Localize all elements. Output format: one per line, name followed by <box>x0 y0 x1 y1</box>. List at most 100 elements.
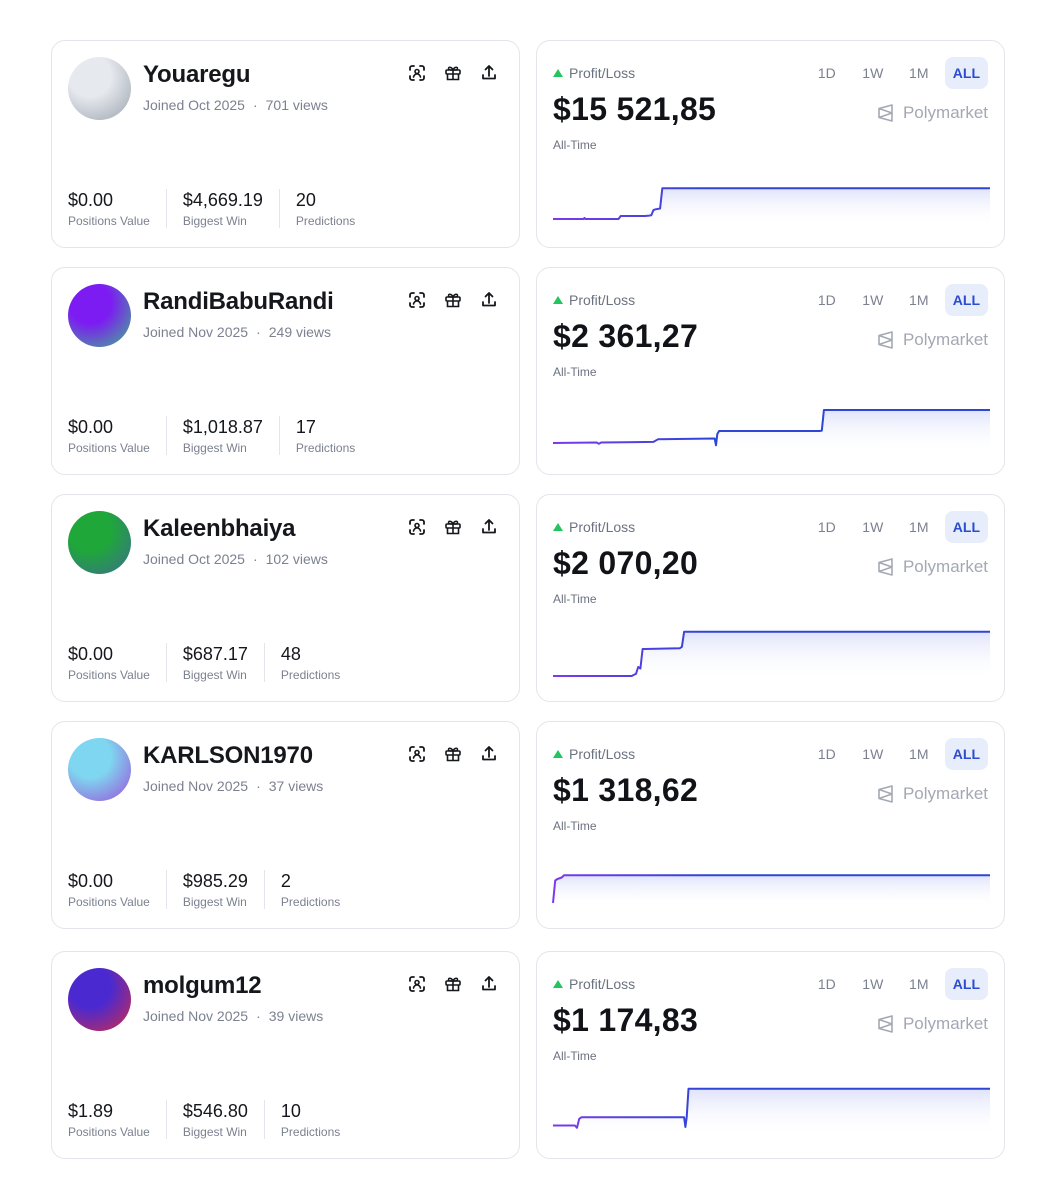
scan-icon[interactable] <box>407 517 427 537</box>
share-icon[interactable] <box>479 744 499 764</box>
gift-icon[interactable] <box>443 974 463 994</box>
timeframe-tabs: 1D 1W 1M ALL <box>807 284 988 316</box>
tab-1m[interactable]: 1M <box>899 968 939 1000</box>
profile-card[interactable]: Kaleenbhaiya Joined Oct 2025 · 102 views $0.… <box>51 494 520 702</box>
profile-card[interactable]: KARLSON1970 Joined Nov 2025 · 37 views $0.00… <box>51 721 520 929</box>
pnl-card: Profit/Loss 1D 1W 1M ALL $2 070,20 All-Time Pol… <box>536 494 1005 702</box>
biggest-win-stat: $687.17 Biggest Win <box>183 643 265 682</box>
username[interactable]: RandiBabuRandi <box>143 288 334 316</box>
predictions-value: 10 <box>280 1101 301 1121</box>
positions-value-label: Positions Value <box>68 1125 150 1139</box>
username[interactable]: KARLSON1970 <box>143 742 313 770</box>
gift-icon[interactable] <box>443 63 463 83</box>
polymarket-brand: Polymarket <box>877 103 988 123</box>
tab-all[interactable]: ALL <box>944 511 988 543</box>
profile-stats: $0.00 Positions Value $985.29 Biggest Win 2 P… <box>68 870 372 909</box>
profile-actions <box>407 63 499 83</box>
share-icon[interactable] <box>479 63 499 83</box>
gift-icon[interactable] <box>443 744 463 764</box>
tab-1d[interactable]: 1D <box>807 57 847 89</box>
username[interactable]: Youaregu <box>143 61 251 89</box>
tab-1d[interactable]: 1D <box>807 968 847 1000</box>
share-icon[interactable] <box>479 517 499 537</box>
avatar[interactable] <box>68 738 131 801</box>
pnl-amount: $15 521,85 <box>553 91 717 127</box>
scan-icon[interactable] <box>407 290 427 310</box>
tab-1w[interactable]: 1W <box>853 57 893 89</box>
tab-1m[interactable]: 1M <box>899 57 939 89</box>
positions-value-stat: $0.00 Positions Value <box>68 643 167 682</box>
profile-card[interactable]: molgum12 Joined Nov 2025 · 39 views $1.89 Pos… <box>51 951 520 1159</box>
pnl-card: Profit/Loss 1D 1W 1M ALL $15 521,85 All-Time Po… <box>536 40 1005 248</box>
view-count: 37 views <box>268 778 324 794</box>
trend-up-icon <box>553 750 563 758</box>
tab-1m[interactable]: 1M <box>899 511 939 543</box>
meta-separator: · <box>256 1008 261 1024</box>
tab-1w[interactable]: 1W <box>853 968 893 1000</box>
avatar[interactable] <box>68 57 131 120</box>
username[interactable]: molgum12 <box>143 972 262 1000</box>
avatar[interactable] <box>68 968 131 1031</box>
gift-icon[interactable] <box>443 517 463 537</box>
share-icon[interactable] <box>479 974 499 994</box>
profile-meta: Joined Nov 2025 · 37 views <box>143 778 323 794</box>
scan-icon[interactable] <box>407 974 427 994</box>
tab-1d[interactable]: 1D <box>807 284 847 316</box>
predictions-value: 48 <box>280 644 301 664</box>
profile-row: Youaregu Joined Oct 2025 · 701 views $0.00 Po… <box>0 40 1059 248</box>
tab-1w[interactable]: 1W <box>853 738 893 770</box>
tab-1w[interactable]: 1W <box>853 511 893 543</box>
pnl-amount: $2 070,20 <box>553 545 699 581</box>
profile-card[interactable]: RandiBabuRandi Joined Nov 2025 · 249 views $… <box>51 267 520 475</box>
pnl-card: Profit/Loss 1D 1W 1M ALL $1 174,83 All-Time Pol… <box>536 951 1005 1159</box>
tab-1m[interactable]: 1M <box>899 738 939 770</box>
pnl-header: Profit/Loss <box>553 292 635 308</box>
biggest-win-stat: $4,669.19 Biggest Win <box>183 189 280 228</box>
profile-card[interactable]: Youaregu Joined Oct 2025 · 701 views $0.00 Po… <box>51 40 520 248</box>
scan-icon[interactable] <box>407 63 427 83</box>
timeframe-tabs: 1D 1W 1M ALL <box>807 511 988 543</box>
meta-separator: · <box>256 778 261 794</box>
trend-up-icon <box>553 296 563 304</box>
pnl-chart <box>553 630 990 680</box>
predictions-label: Predictions <box>295 214 356 228</box>
pnl-card: Profit/Loss 1D 1W 1M ALL $2 361,27 All-Time Pol… <box>536 267 1005 475</box>
username[interactable]: Kaleenbhaiya <box>143 515 296 543</box>
profile-meta: Joined Oct 2025 · 102 views <box>143 551 328 567</box>
joined-date: Joined Oct 2025 <box>143 551 245 567</box>
tab-all[interactable]: ALL <box>944 738 988 770</box>
avatar[interactable] <box>68 284 131 347</box>
pnl-title: Profit/Loss <box>569 976 636 992</box>
profile-row: RandiBabuRandi Joined Nov 2025 · 249 views $… <box>0 267 1059 475</box>
pnl-title: Profit/Loss <box>569 519 636 535</box>
positions-value-stat: $0.00 Positions Value <box>68 189 167 228</box>
tab-all[interactable]: ALL <box>944 284 988 316</box>
pnl-amount: $1 174,83 <box>553 1002 699 1038</box>
view-count: 249 views <box>268 324 332 340</box>
positions-value-value: $0.00 <box>68 871 114 891</box>
profile-actions <box>407 290 499 310</box>
profile-actions <box>407 517 499 537</box>
joined-date: Joined Nov 2025 <box>143 324 249 340</box>
period-label: All-Time <box>553 138 597 152</box>
tab-all[interactable]: ALL <box>944 57 988 89</box>
brand-name: Polymarket <box>902 557 988 576</box>
brand-name: Polymarket <box>902 103 988 122</box>
joined-date: Joined Oct 2025 <box>143 97 245 113</box>
tab-1d[interactable]: 1D <box>807 511 847 543</box>
profile-actions <box>407 744 499 764</box>
tab-1w[interactable]: 1W <box>853 284 893 316</box>
pnl-chart <box>553 1087 990 1137</box>
share-icon[interactable] <box>479 290 499 310</box>
gift-icon[interactable] <box>443 290 463 310</box>
tab-all[interactable]: ALL <box>944 968 988 1000</box>
scan-icon[interactable] <box>407 744 427 764</box>
positions-value-value: $0.00 <box>68 190 114 210</box>
predictions-stat: 17 Predictions <box>296 416 371 455</box>
tab-1m[interactable]: 1M <box>899 284 939 316</box>
predictions-stat: 48 Predictions <box>281 643 356 682</box>
biggest-win-label: Biggest Win <box>182 895 247 909</box>
positions-value-stat: $0.00 Positions Value <box>68 416 167 455</box>
avatar[interactable] <box>68 511 131 574</box>
tab-1d[interactable]: 1D <box>807 738 847 770</box>
